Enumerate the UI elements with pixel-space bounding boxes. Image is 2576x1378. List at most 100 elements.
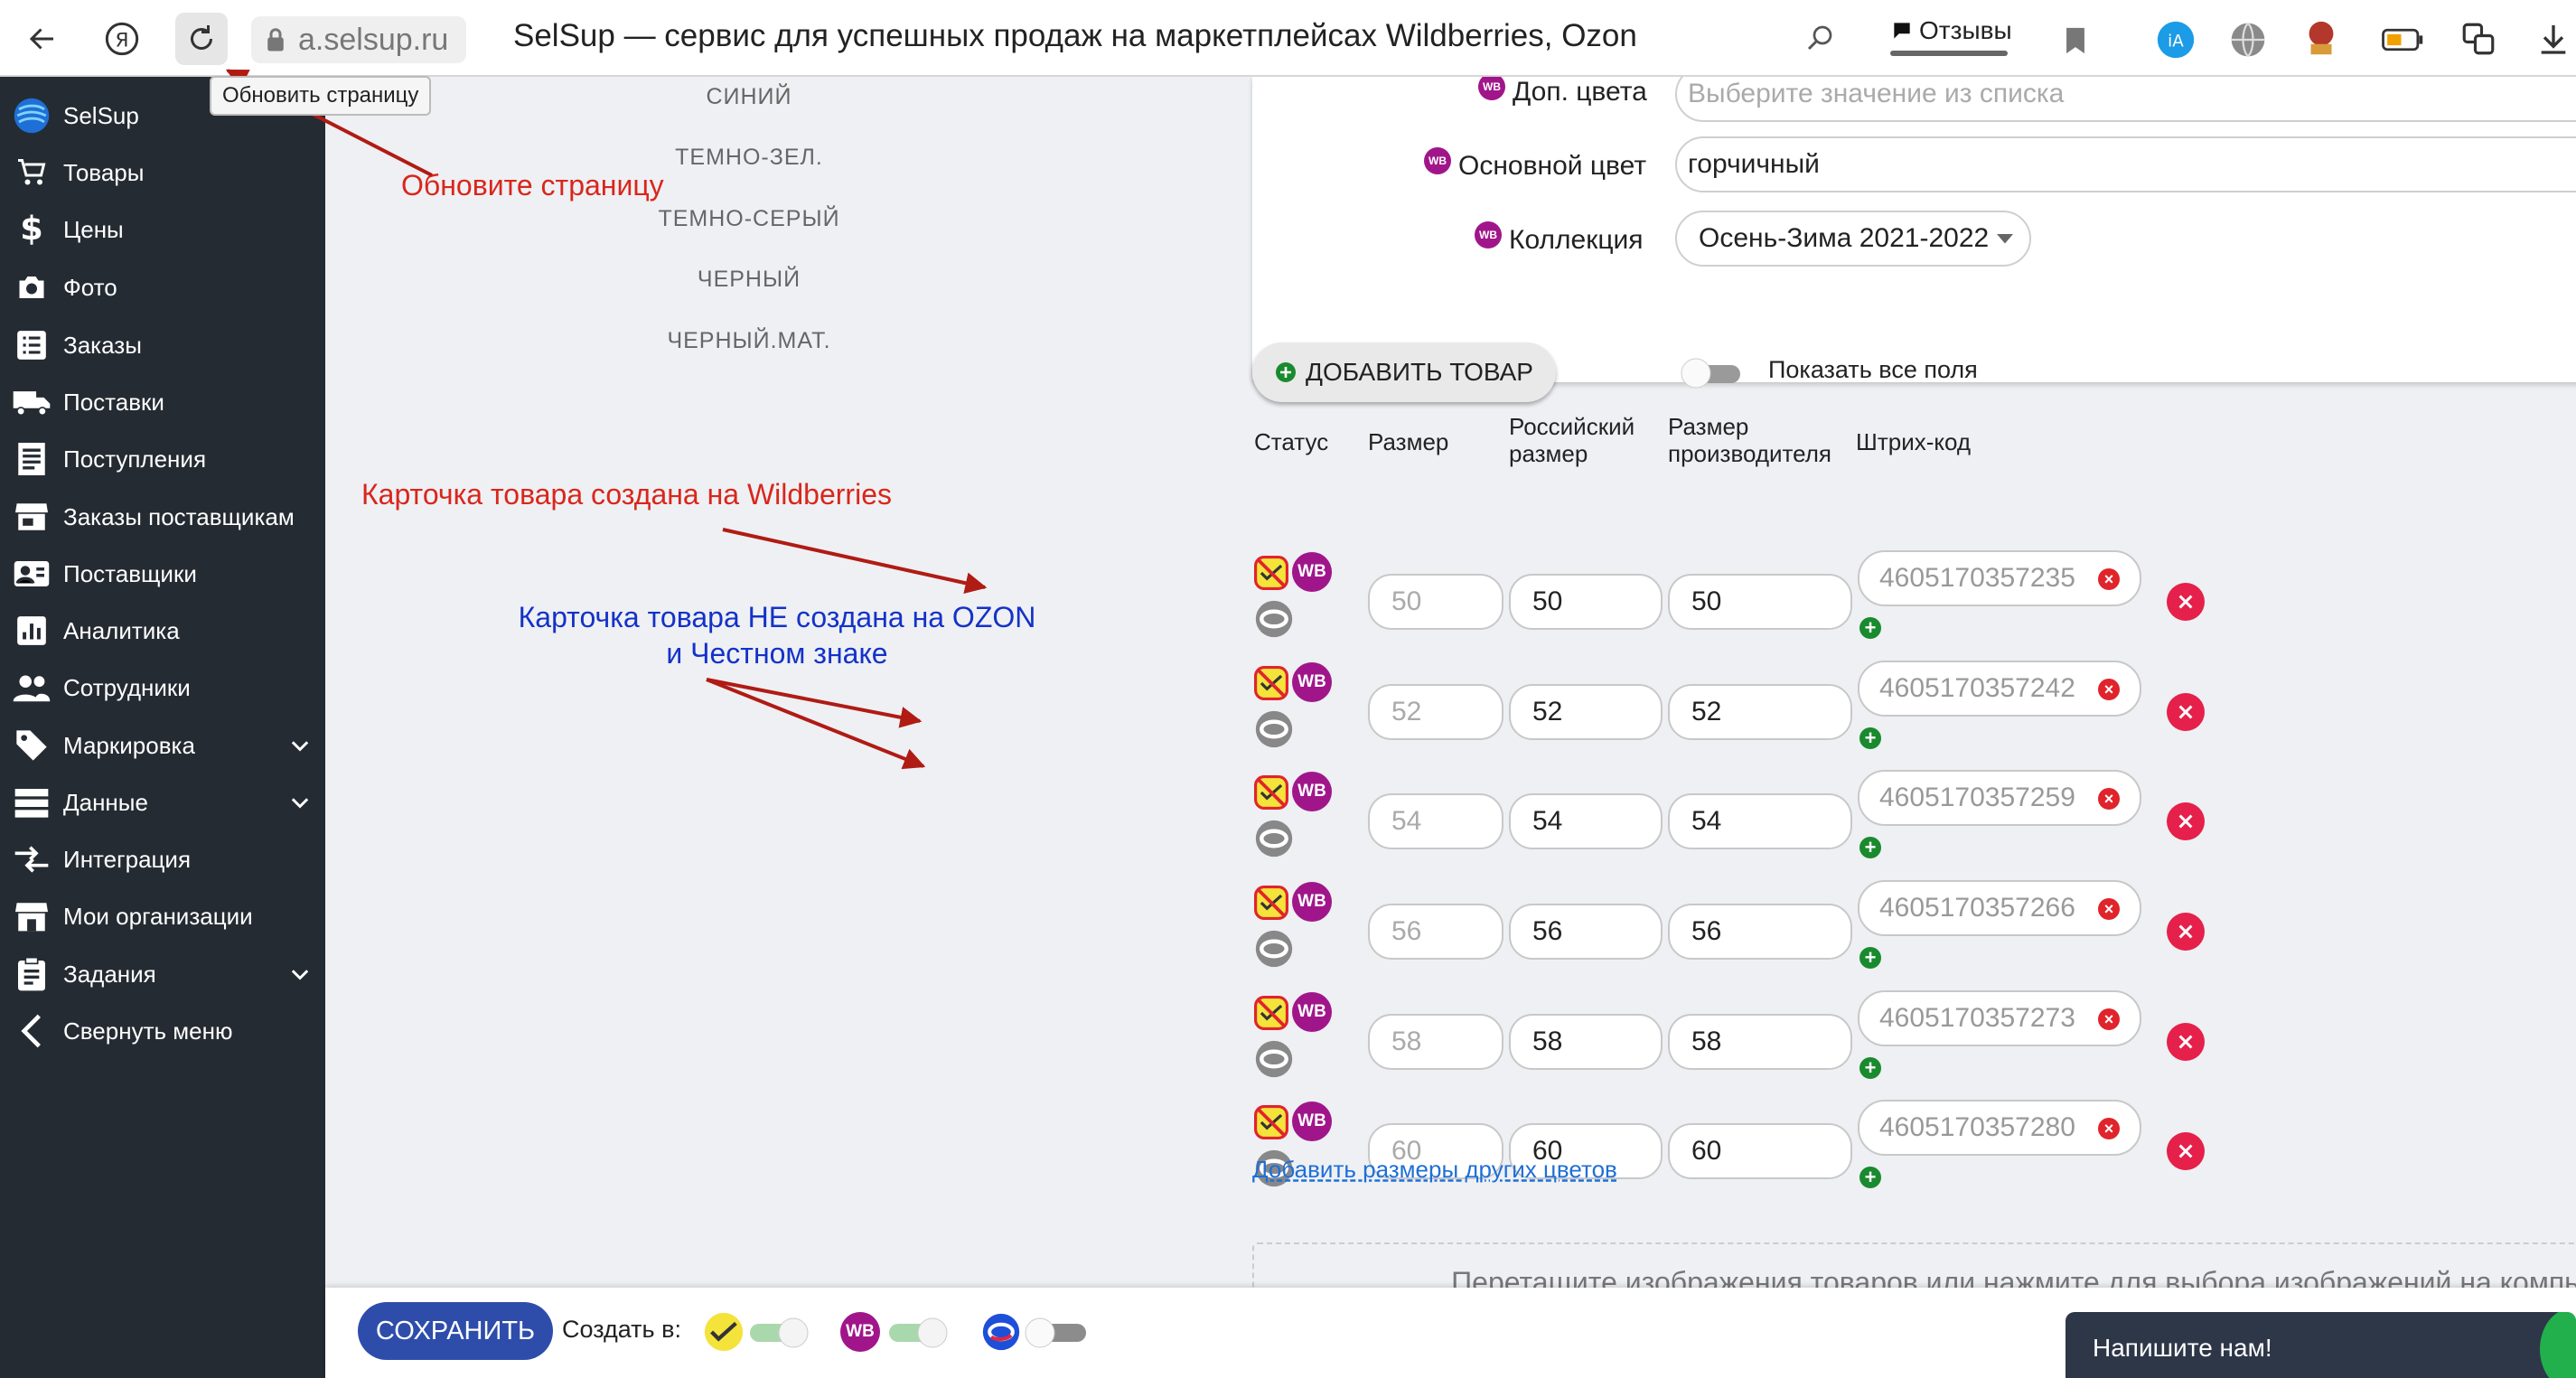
maker-size-input[interactable]: 52 bbox=[1668, 684, 1852, 740]
barcode-input[interactable]: 4605170357273 × bbox=[1858, 990, 2141, 1046]
clear-barcode-icon[interactable]: × bbox=[2098, 679, 2120, 700]
battery-icon[interactable] bbox=[2382, 27, 2423, 52]
refresh-button[interactable] bbox=[175, 13, 228, 65]
maker-size-input[interactable]: 50 bbox=[1668, 574, 1852, 630]
ru-size-input[interactable]: 50 bbox=[1509, 574, 1663, 630]
size-input[interactable]: 50 bbox=[1368, 574, 1503, 630]
sidebar-item-receipts[interactable]: Поступления bbox=[0, 433, 325, 485]
size-input[interactable]: 58 bbox=[1368, 1014, 1503, 1070]
clear-barcode-icon[interactable]: × bbox=[2098, 1008, 2120, 1030]
receipt-icon bbox=[18, 443, 45, 475]
barcode-input[interactable]: 4605170357259 × bbox=[1858, 770, 2141, 826]
barcode-input[interactable]: 4605170357235 × bbox=[1858, 550, 2141, 606]
delete-row-button[interactable] bbox=[2167, 802, 2205, 840]
ru-size-input[interactable]: 58 bbox=[1509, 1014, 1663, 1070]
save-button[interactable]: СОХРАНИТЬ bbox=[358, 1302, 553, 1360]
sidebar-item-tasks[interactable]: Задания bbox=[0, 948, 325, 1000]
clear-barcode-icon[interactable]: × bbox=[2098, 788, 2120, 810]
barcode-input[interactable]: 4605170357280 × bbox=[1858, 1100, 2141, 1156]
close-icon bbox=[2178, 814, 2193, 829]
sidebar-item-organizations[interactable]: Мои организации bbox=[0, 890, 325, 942]
sidebar-item-supplies[interactable]: Поставки bbox=[0, 376, 325, 428]
clear-barcode-icon[interactable]: × bbox=[2098, 898, 2120, 920]
arrows-icon bbox=[14, 846, 49, 873]
column-header-status: Статус bbox=[1254, 428, 1329, 455]
sidebar-item-suppliers[interactable]: Поставщики bbox=[0, 548, 325, 600]
address-bar[interactable]: a.selsup.ru bbox=[251, 16, 466, 63]
ozon-toggle[interactable] bbox=[1025, 1317, 1088, 1349]
back-button[interactable] bbox=[16, 13, 69, 65]
show-all-fields-toggle[interactable] bbox=[1681, 358, 1744, 389]
color-option[interactable]: ЧЕРНЫЙ bbox=[568, 267, 930, 293]
sidebar-item-marking[interactable]: Маркировка bbox=[0, 719, 325, 772]
collection-label: Коллекция bbox=[1509, 225, 1644, 255]
sidebar-item-collapse[interactable]: Свернуть меню bbox=[0, 1005, 325, 1057]
size-input[interactable]: 56 bbox=[1368, 904, 1503, 960]
barcode-input[interactable]: 4605170357266 × bbox=[1858, 880, 2141, 936]
sidebar-item-analytics[interactable]: Аналитика bbox=[0, 605, 325, 657]
ru-size-input[interactable]: 56 bbox=[1509, 904, 1663, 960]
add-barcode-icon[interactable]: + bbox=[1859, 1167, 1881, 1188]
ru-size-input[interactable]: 52 bbox=[1509, 684, 1663, 740]
close-icon bbox=[2178, 1144, 2193, 1158]
sidebar-item-prices[interactable]: $ Цены bbox=[0, 203, 325, 256]
barcode-input[interactable]: 4605170357242 × bbox=[1858, 661, 2141, 717]
extension-blue-icon[interactable]: iA bbox=[2156, 20, 2196, 60]
download-icon[interactable] bbox=[2535, 20, 2571, 58]
wb-status-icon: WB bbox=[1292, 992, 1332, 1032]
clear-barcode-icon[interactable]: × bbox=[2098, 568, 2120, 590]
delete-row-button[interactable] bbox=[2167, 913, 2205, 951]
wb-badge-icon: WB bbox=[1424, 147, 1451, 174]
add-product-button[interactable]: ДОБАВИТЬ ТОВАР bbox=[1252, 342, 1556, 402]
bookmark-icon[interactable] bbox=[2062, 25, 2089, 56]
sidebar-item-integration[interactable]: Интеграция bbox=[0, 833, 325, 886]
reviews-button[interactable]: Отзывы bbox=[1890, 16, 2012, 45]
add-other-colors-sizes-link[interactable]: Добавить размеры других цветов bbox=[1252, 1156, 1617, 1184]
list-icon bbox=[17, 331, 46, 360]
sidebar-item-products[interactable]: Товары bbox=[0, 146, 325, 199]
wildberries-toggle[interactable] bbox=[887, 1317, 951, 1349]
add-barcode-icon[interactable]: + bbox=[1859, 1057, 1881, 1079]
size-input[interactable]: 54 bbox=[1368, 793, 1503, 849]
screenshot-icon[interactable] bbox=[2459, 20, 2497, 58]
extra-colors-select[interactable]: Выберите значение из списка bbox=[1675, 77, 2576, 122]
delete-row-button[interactable] bbox=[2167, 583, 2205, 621]
color-option[interactable]: ТЕМНО-СЕРЫЙ bbox=[568, 206, 930, 232]
sidebar-item-supplier-orders[interactable]: Заказы поставщикам bbox=[0, 491, 325, 543]
search-icon[interactable] bbox=[1803, 22, 1836, 54]
maker-size-input[interactable]: 58 bbox=[1668, 1014, 1852, 1070]
chat-widget[interactable]: Напишите нам! bbox=[2065, 1312, 2576, 1378]
wb-badge-icon: WB bbox=[1475, 221, 1502, 248]
add-barcode-icon[interactable]: + bbox=[1859, 837, 1881, 858]
svg-text:$: $ bbox=[20, 211, 43, 248]
honest-sign-status-icon bbox=[1254, 886, 1288, 920]
sidebar-item-orders[interactable]: Заказы bbox=[0, 319, 325, 371]
maker-size-input[interactable]: 60 bbox=[1668, 1123, 1852, 1179]
collection-select[interactable]: Осень-Зима 2021-2022 bbox=[1675, 211, 2031, 267]
add-barcode-icon[interactable]: + bbox=[1859, 947, 1881, 969]
add-barcode-icon[interactable]: + bbox=[1859, 727, 1881, 749]
ru-size-input[interactable]: 54 bbox=[1509, 793, 1663, 849]
delete-row-button[interactable] bbox=[2167, 1023, 2205, 1061]
color-option[interactable]: ЧЕРНЫЙ.МАТ. bbox=[568, 328, 930, 354]
maker-size-input[interactable]: 56 bbox=[1668, 904, 1852, 960]
honest-sign-toggle[interactable] bbox=[748, 1317, 811, 1349]
honest-sign-status-icon bbox=[1254, 666, 1288, 700]
extension-wizard-icon[interactable] bbox=[2300, 18, 2342, 60]
image-dropzone[interactable]: Перетащите изображения товаров или нажми… bbox=[1252, 1242, 2576, 1288]
sidebar-item-photo[interactable]: Фото bbox=[0, 261, 325, 314]
color-option[interactable]: СИНИЙ bbox=[568, 84, 930, 110]
sidebar-item-employees[interactable]: Сотрудники bbox=[0, 661, 325, 714]
yandex-button[interactable]: Я bbox=[96, 13, 148, 65]
delete-row-button[interactable] bbox=[2167, 1132, 2205, 1170]
clear-barcode-icon[interactable]: × bbox=[2098, 1118, 2120, 1139]
chevron-down-icon bbox=[291, 798, 309, 809]
sidebar-item-data[interactable]: Данные bbox=[0, 776, 325, 829]
sidebar-item-label: Фото bbox=[63, 273, 117, 301]
add-barcode-icon[interactable]: + bbox=[1859, 617, 1881, 639]
globe-icon[interactable] bbox=[2228, 20, 2268, 60]
size-input[interactable]: 52 bbox=[1368, 684, 1503, 740]
delete-row-button[interactable] bbox=[2167, 693, 2205, 731]
main-color-input[interactable]: горчичный bbox=[1675, 136, 2576, 192]
maker-size-input[interactable]: 54 bbox=[1668, 793, 1852, 849]
